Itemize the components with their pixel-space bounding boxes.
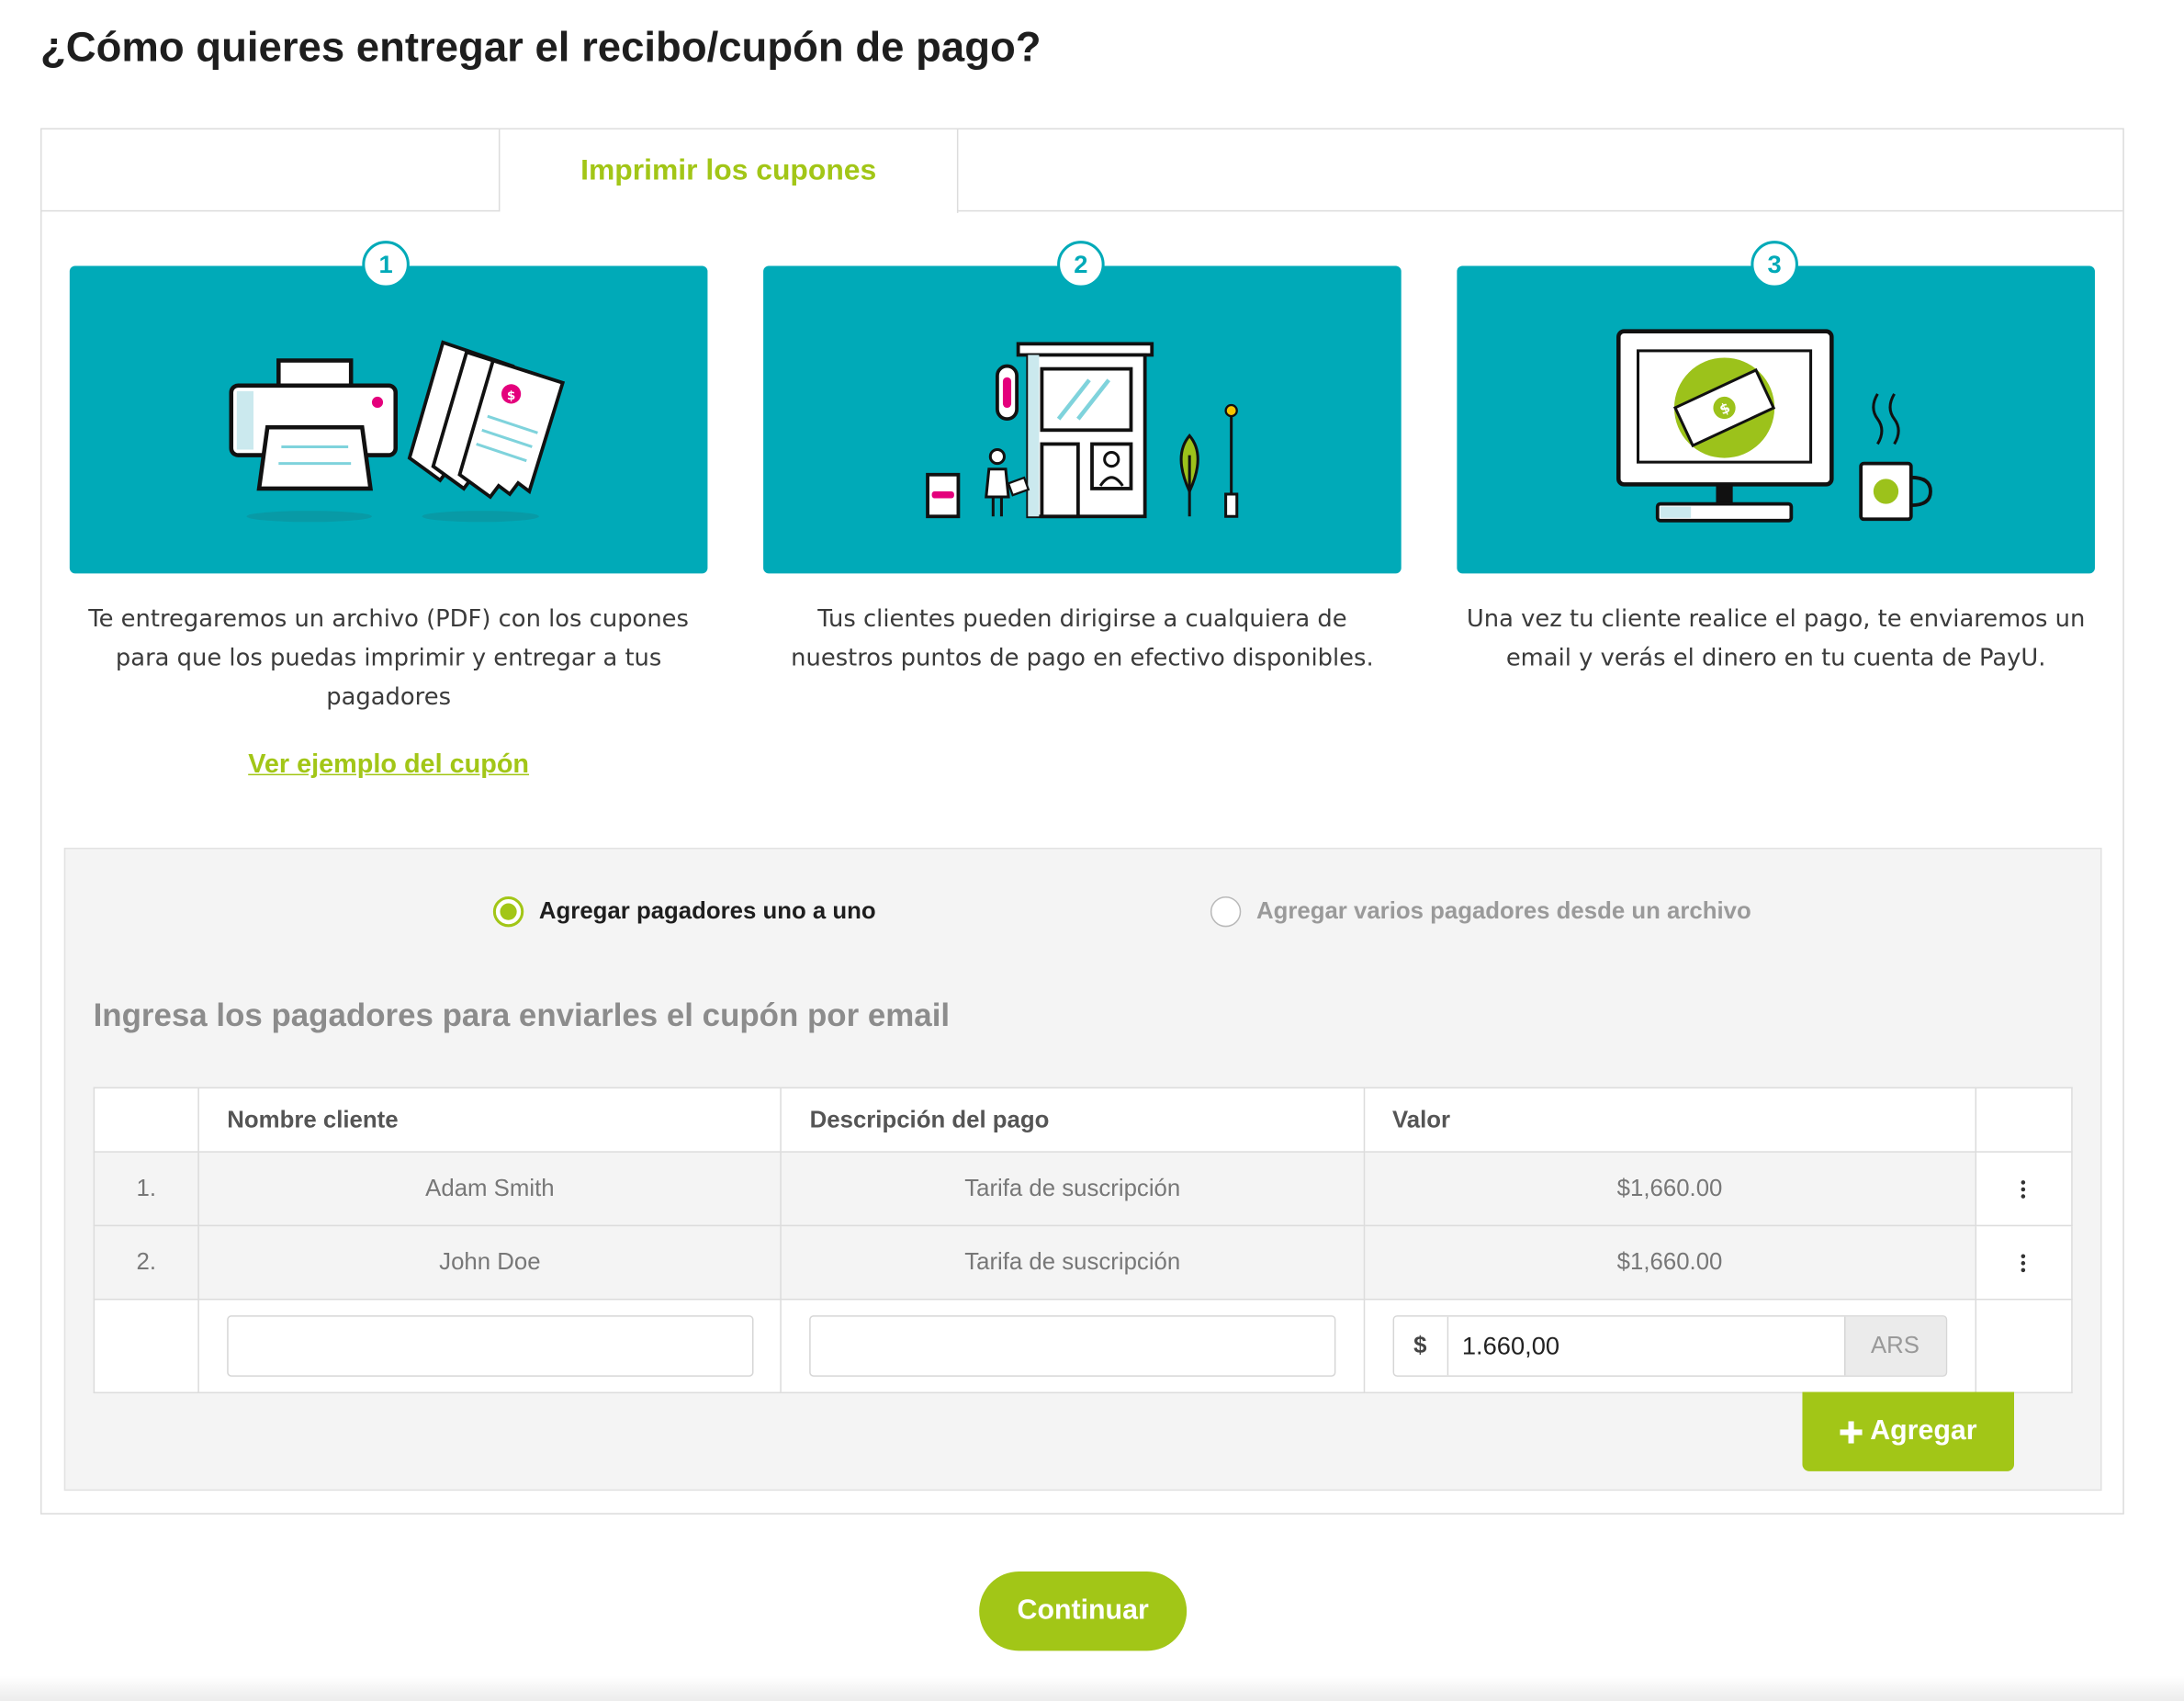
currency-code: ARS [1843, 1316, 1946, 1376]
example-coupon-link[interactable]: Ver ejemplo del cupón [70, 750, 708, 781]
radio-add-one-by-one[interactable]: Agregar pagadores uno a uno [492, 896, 876, 928]
monitor-money-illustration: $ [1616, 329, 1932, 523]
radio-selected-indicator[interactable] [492, 896, 524, 928]
new-payer-row: $ ARS [93, 1298, 2073, 1394]
continue-button[interactable]: Continuar [979, 1571, 1188, 1651]
tab-print-coupons[interactable]: Imprimir los cupones [500, 129, 959, 213]
step-1-card: $ [69, 265, 708, 574]
row-description: Tarifa de suscripción [780, 1224, 1365, 1301]
radio-add-from-file-label: Agregar varios pagadores desde un archiv… [1255, 897, 1751, 925]
client-name-input[interactable] [227, 1315, 754, 1377]
row-actions-cell [1975, 1151, 2073, 1227]
row-index: 2. [93, 1224, 199, 1301]
row-name: Adam Smith [197, 1151, 782, 1227]
printer-coupons-illustration: $ [229, 340, 566, 523]
new-row-index-cell [93, 1298, 199, 1394]
svg-text:$: $ [507, 389, 515, 403]
tab-strip: Imprimir los cupones [41, 129, 2123, 213]
row-value: $1,660.00 [1363, 1224, 1976, 1301]
radio-unselected-indicator[interactable] [1210, 896, 1242, 928]
column-header-description: Descripción del pago [780, 1087, 1365, 1153]
index-column-header [93, 1087, 199, 1153]
step-3-badge: 3 [1751, 241, 1798, 288]
more-options-icon[interactable] [2021, 1254, 2026, 1273]
payment-point-store-illustration [926, 342, 1239, 519]
row-name: John Doe [197, 1224, 782, 1301]
tab-other[interactable] [41, 129, 501, 212]
payment-description-input[interactable] [809, 1315, 1336, 1377]
radio-add-one-by-one-label: Agregar pagadores uno a uno [538, 897, 876, 925]
table-row: 2. John Doe Tarifa de suscripción $1,660… [93, 1224, 2073, 1301]
amount-input-group: $ ARS [1392, 1315, 1947, 1377]
currency-symbol: $ [1393, 1316, 1448, 1376]
step-2-badge: 2 [1057, 241, 1105, 288]
add-payer-label: Agregar [1870, 1415, 1977, 1447]
payers-heading: Ingresa los pagadores para enviarles el … [93, 997, 951, 1033]
new-value-cell: $ ARS [1363, 1298, 1976, 1394]
step-2-text: Tus clientes pueden dirigirse a cualquie… [791, 605, 1374, 672]
new-actions-cell [1975, 1298, 2073, 1394]
page-title: ¿Cómo quieres entregar el recibo/cupón d… [39, 25, 1041, 72]
bottom-shadow [0, 1675, 2184, 1701]
row-description: Tarifa de suscripción [780, 1151, 1365, 1227]
new-name-cell [197, 1298, 782, 1394]
table-header-row: Nombre cliente Descripción del pago Valo… [93, 1087, 2073, 1153]
page-canvas: ¿Cómo quieres entregar el recibo/cupón d… [0, 0, 2184, 1701]
step-1-badge: 1 [362, 241, 410, 288]
step-3-card: $ [1457, 265, 2095, 574]
radio-add-from-file[interactable]: Agregar varios pagadores desde un archiv… [1210, 896, 1751, 928]
amount-input[interactable] [1447, 1316, 1844, 1376]
actions-column-header [1975, 1087, 2073, 1153]
step-3-text: Una vez tu cliente realice el pago, te e… [1466, 605, 2086, 672]
table-row: 1. Adam Smith Tarifa de suscripción $1,6… [93, 1151, 2073, 1227]
column-header-value: Valor [1363, 1087, 1976, 1153]
delivery-panel: Imprimir los cupones 1 $ Te entregaremos… [39, 128, 2124, 1515]
row-value: $1,660.00 [1363, 1151, 1976, 1227]
step-1-text: Te entregaremos un archivo (PDF) con los… [88, 605, 689, 712]
row-index: 1. [93, 1151, 199, 1227]
step-2-card [763, 265, 1402, 574]
payers-table: Nombre cliente Descripción del pago Valo… [93, 1087, 2073, 1394]
more-options-icon[interactable] [2021, 1180, 2026, 1199]
new-description-cell [780, 1298, 1365, 1394]
column-header-name: Nombre cliente [197, 1087, 782, 1153]
row-actions-cell [1975, 1224, 2073, 1301]
add-payer-button[interactable]: Agregar [1802, 1391, 2015, 1471]
plus-icon [1839, 1420, 1863, 1443]
payers-box: Agregar pagadores uno a uno Agregar vari… [63, 847, 2102, 1492]
